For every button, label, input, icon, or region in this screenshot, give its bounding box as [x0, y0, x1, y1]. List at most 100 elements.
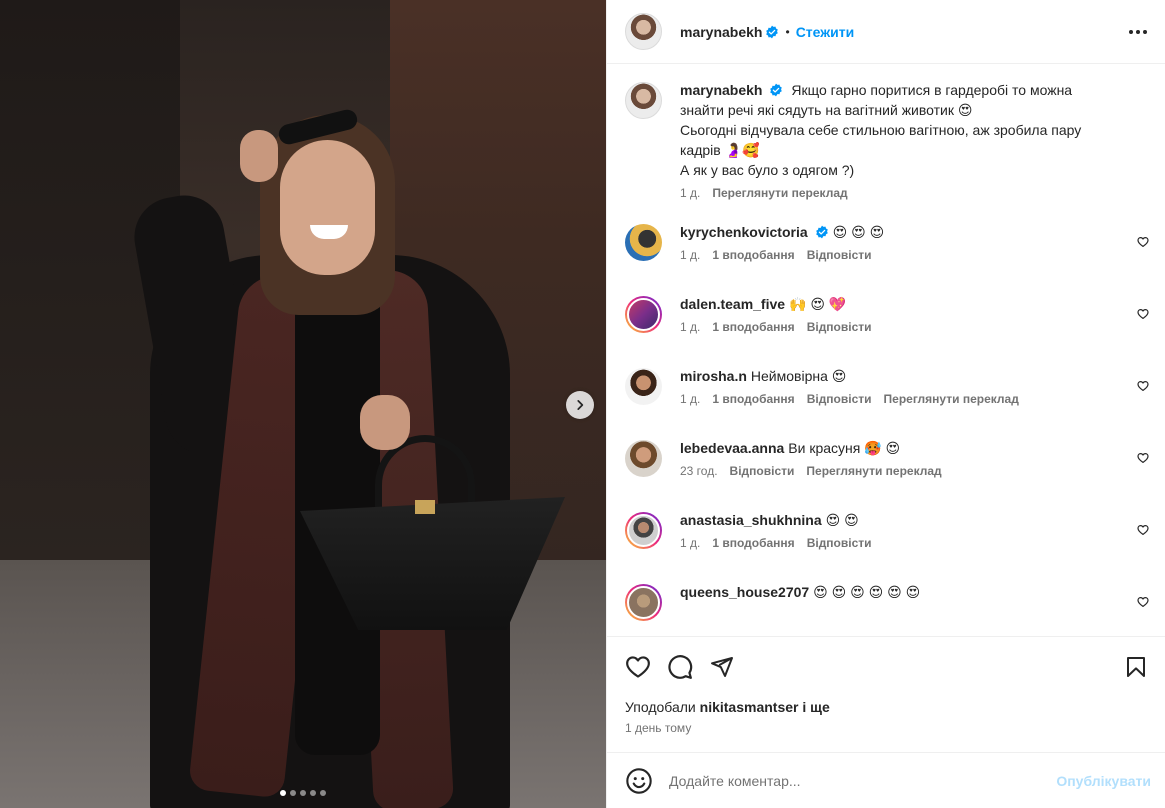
post-actions: Уподобали nikitasmantser і ще 1 день том… [607, 636, 1165, 752]
more-dot-icon [1136, 29, 1140, 34]
photo-sweater [295, 255, 380, 755]
comment-body: 🙌 😍 💖 [789, 296, 847, 312]
comment-likes-count[interactable]: 1 вподобання [712, 248, 794, 262]
comment-like-icon[interactable] [1137, 236, 1149, 248]
reply-button[interactable]: Відповісти [730, 464, 795, 478]
see-translation-link[interactable]: Переглянути переклад [884, 392, 1019, 406]
comment-likes-count[interactable]: 1 вподобання [712, 320, 794, 334]
post-caption: marynabekh Якщо гарно поритися в гардеро… [625, 80, 1149, 200]
bookmark-icon [1127, 657, 1145, 677]
comment-item: dalen.team_five 🙌 😍 💖 1 д. 1 вподобання Відп… [625, 294, 1149, 344]
reply-button[interactable]: Відповісти [807, 392, 872, 406]
comment-username[interactable]: mirosha.n [680, 368, 747, 384]
comment-meta: 1 д. 1 вподобання Відповісти [680, 536, 1115, 550]
comment-button[interactable] [667, 654, 693, 680]
share-button[interactable] [709, 654, 735, 680]
carousel-dot [310, 790, 316, 796]
comment-like-icon[interactable] [1137, 452, 1149, 464]
more-dot-icon [1129, 29, 1133, 34]
comment-text: dalen.team_five 🙌 😍 💖 [680, 294, 1115, 314]
comment-likes-count[interactable]: 1 вподобання [712, 392, 794, 406]
avatar[interactable] [625, 13, 662, 50]
likes-summary: Уподобали nikitasmantser і ще [625, 699, 1149, 715]
comment-like-icon[interactable] [1137, 308, 1149, 320]
carousel-dot [280, 790, 286, 796]
photo-hand-holding-bag [360, 395, 410, 450]
caption-line: Сьогодні відчувала себе стильною вагітно… [680, 122, 1082, 158]
photo-face [280, 140, 375, 275]
avatar-image [627, 514, 660, 547]
carousel-dots [0, 790, 606, 796]
see-translation-link[interactable]: Переглянути переклад [712, 186, 847, 200]
comment-time[interactable]: 1 д. [680, 392, 700, 406]
avatar[interactable] [625, 440, 662, 477]
comment-time[interactable]: 1 д. [680, 248, 700, 262]
reply-button[interactable]: Відповісти [807, 320, 872, 334]
avatar[interactable] [625, 368, 662, 405]
comment-text: queens_house2707 😍 😍 😍 😍 😍 😍 [680, 582, 1115, 602]
posted-time[interactable]: 1 день тому [625, 721, 1149, 735]
comment-like-icon[interactable] [1137, 380, 1149, 392]
comment-time[interactable]: 1 д. [680, 320, 700, 334]
photo-hand [240, 130, 278, 182]
like-button[interactable] [625, 654, 651, 680]
publish-comment-button[interactable]: Опублікувати [1056, 773, 1151, 789]
photo-bag-clasp [415, 500, 435, 514]
photo-subject [120, 105, 565, 808]
paper-plane-icon [711, 657, 733, 677]
separator-dot: • [785, 24, 790, 39]
comment-username[interactable]: anastasia_shukhnina [680, 512, 822, 528]
comment-item: kyrychenkovictoria 😍 😍 😍 1 д. 1 вподобання В… [625, 222, 1149, 272]
next-slide-button[interactable] [566, 391, 594, 419]
reply-button[interactable]: Відповісти [807, 248, 872, 262]
comment-meta: 23 год. Відповісти Переглянути переклад [680, 464, 1115, 478]
add-comment-bar: Опублікувати [607, 752, 1165, 808]
post-media[interactable] [0, 0, 606, 808]
author-username[interactable]: marynabekh [680, 24, 762, 40]
avatar[interactable] [625, 584, 662, 621]
post-header: marynabekh • Стежити [607, 0, 1165, 64]
comments-list[interactable]: marynabekh Якщо гарно поритися в гардеро… [607, 64, 1165, 636]
more-dot-icon [1143, 29, 1147, 34]
comment-username[interactable]: kyrychenkovictoria [680, 224, 808, 240]
save-button[interactable] [1123, 654, 1149, 680]
caption-line: А як у вас було з одягом ?) [680, 162, 855, 178]
reply-button[interactable]: Відповісти [807, 536, 872, 550]
comment-meta: 1 д. 1 вподобання Відповісти [680, 320, 1115, 334]
caption-time[interactable]: 1 д. [680, 186, 700, 200]
comment-text: kyrychenkovictoria 😍 😍 😍 [680, 222, 1115, 242]
comment-meta: 1 д. 1 вподобання Відповісти [680, 248, 1115, 262]
carousel-dot [320, 790, 326, 796]
comment-username[interactable]: lebedevaa.anna [680, 440, 784, 456]
avatar[interactable] [625, 512, 662, 549]
emoji-picker-icon[interactable] [625, 767, 653, 795]
see-translation-link[interactable]: Переглянути переклад [806, 464, 941, 478]
comment-username[interactable]: queens_house2707 [680, 584, 809, 600]
comment-like-icon[interactable] [1137, 524, 1149, 536]
verified-badge-icon [770, 83, 783, 97]
comment-text: mirosha.n Неймовірна 😍 [680, 366, 1115, 386]
comment-time[interactable]: 23 год. [680, 464, 718, 478]
comment-likes-count[interactable]: 1 вподобання [712, 536, 794, 550]
more-options-button[interactable] [1127, 24, 1149, 40]
follow-button[interactable]: Стежити [796, 24, 855, 40]
comment-text: anastasia_shukhnina 😍 😍 [680, 510, 1115, 530]
avatar[interactable] [625, 224, 662, 261]
comment-time[interactable]: 1 д. [680, 536, 700, 550]
verified-badge-icon [815, 225, 828, 239]
likes-others-link[interactable]: і ще [802, 699, 829, 715]
post-side-panel: marynabekh • Стежити marynabekh Якщо гар… [606, 0, 1165, 808]
caption-meta: 1 д. Переглянути переклад [680, 186, 1115, 200]
avatar[interactable] [625, 296, 662, 333]
comment-input[interactable] [669, 772, 1057, 789]
comment-body: Неймовірна 😍 [750, 368, 847, 384]
comment-body: 😍 😍 [825, 512, 859, 528]
verified-badge-icon [766, 25, 779, 38]
comment-like-icon[interactable] [1137, 596, 1149, 608]
carousel-dot [290, 790, 296, 796]
comment-body: 😍 😍 😍 😍 😍 😍 [813, 584, 921, 600]
caption-username[interactable]: marynabekh [680, 82, 762, 98]
avatar[interactable] [625, 82, 662, 119]
comment-username[interactable]: dalen.team_five [680, 296, 785, 312]
liked-by-user-link[interactable]: nikitasmantser [700, 699, 799, 715]
